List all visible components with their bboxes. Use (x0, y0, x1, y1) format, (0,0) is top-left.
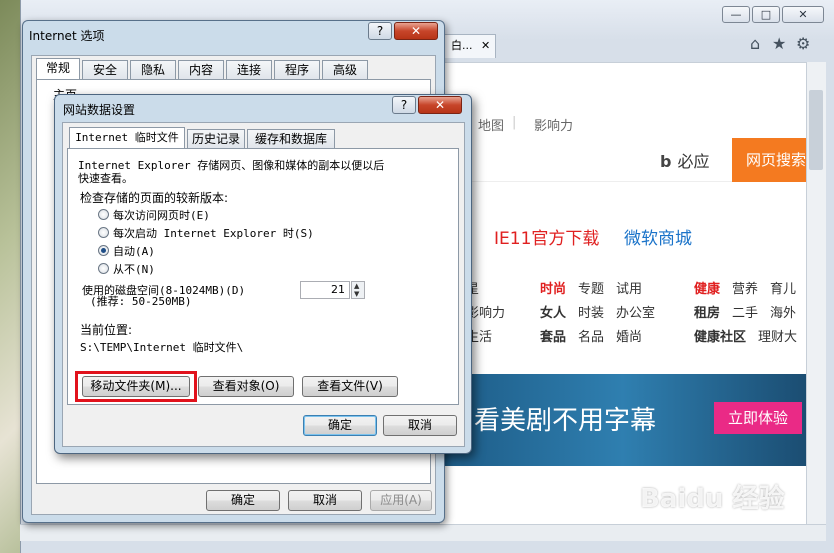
dialog-client-area: Internet 临时文件 历史记录 缓存和数据库 Internet Explo… (62, 122, 465, 447)
tab-privacy[interactable]: 隐私 (130, 60, 176, 80)
apply-button[interactable]: 应用(A) (370, 490, 432, 511)
tab-temporary-internet-files[interactable]: Internet 临时文件 (69, 127, 185, 149)
close-button[interactable]: ✕ (394, 22, 438, 40)
check-versions-label: 检查存储的页面的较新版本: (80, 191, 229, 205)
dialog-title: 网站数据设置 (63, 103, 136, 117)
help-button[interactable]: ? (368, 22, 392, 40)
category-link[interactable]: 理财大 (758, 326, 797, 345)
banner-cta-button[interactable]: 立即体验 (714, 402, 802, 434)
nav-link-influence[interactable]: 影响力 (534, 115, 573, 134)
radio-button-selected[interactable] (98, 245, 109, 256)
nav-separator: | (512, 115, 517, 130)
category-link[interactable]: 专题 (578, 278, 604, 297)
radio-never[interactable]: 从不(N) (98, 261, 155, 277)
bing-logo-icon: b (660, 152, 672, 171)
disk-space-input[interactable]: 21 (300, 281, 350, 299)
tab-connections[interactable]: 连接 (226, 60, 272, 80)
category-link[interactable]: 育儿 (770, 278, 796, 297)
website-data-settings-dialog: 网站数据设置 ? ✕ Internet 临时文件 历史记录 缓存和数据库 Int… (54, 94, 472, 454)
annotation-highlight-box (75, 371, 197, 402)
radio-label: 从不(N) (113, 263, 155, 276)
category-link[interactable]: 时装 (578, 302, 604, 321)
browser-tab[interactable]: 白... ✕ (440, 34, 496, 58)
baidu-watermark: Baidu 经验 (640, 484, 785, 514)
spin-down-icon[interactable]: ▼ (354, 290, 359, 298)
radio-label: 自动(A) (113, 245, 155, 258)
horizontal-scrollbar[interactable] (20, 524, 826, 541)
current-location-label: 当前位置: (80, 323, 133, 337)
disk-space-recommendation: (推荐: 50-250MB) (90, 295, 192, 308)
current-location-path: S:\TEMP\Internet 临时文件\ (80, 341, 244, 354)
tab-advanced[interactable]: 高级 (322, 60, 368, 80)
disk-space-spinner[interactable]: ▲ ▼ (351, 281, 365, 299)
tab-content[interactable]: 内容 (178, 60, 224, 80)
close-button[interactable]: ✕ (782, 6, 824, 23)
banner-text: 看美剧不用字幕 (474, 406, 657, 436)
tab-close-icon[interactable]: ✕ (481, 35, 490, 57)
category-link[interactable]: 办公室 (616, 302, 655, 321)
spin-up-icon[interactable]: ▲ (354, 282, 359, 290)
scrollbar-thumb[interactable] (809, 90, 823, 170)
temp-files-tab-panel: Internet Explorer 存储网页、图像和媒体的副本以便以后 快速查看… (67, 148, 459, 405)
favorites-star-icon[interactable]: ★ (772, 34, 786, 53)
radio-every-start[interactable]: 每次启动 Internet Explorer 时(S) (98, 225, 314, 241)
category-link[interactable]: 二手 (732, 302, 758, 321)
bing-logo-text: 必应 (677, 152, 710, 171)
browser-tab-label: 白... (451, 39, 473, 52)
category-link[interactable]: 女人 (540, 302, 566, 321)
category-link[interactable]: 时尚 (540, 278, 566, 297)
radio-label: 每次启动 Internet Explorer 时(S) (113, 227, 314, 240)
category-link[interactable]: 健康社区 (694, 326, 746, 345)
ok-button[interactable]: 确定 (206, 490, 280, 511)
cancel-button[interactable]: 取消 (288, 490, 362, 511)
ok-button[interactable]: 确定 (303, 415, 377, 436)
cancel-button[interactable]: 取消 (383, 415, 457, 436)
help-button[interactable]: ? (392, 96, 416, 114)
promo-link-ie11[interactable]: IE11官方下载 (494, 224, 599, 249)
home-icon[interactable]: ⌂ (750, 34, 760, 53)
tab-general[interactable]: 常规 (36, 58, 80, 80)
radio-label: 每次访问网页时(E) (113, 209, 210, 222)
radio-automatic[interactable]: 自动(A) (98, 243, 155, 259)
dialog-title: Internet 选项 (29, 29, 105, 43)
radio-button[interactable] (98, 263, 109, 274)
tab-caches-databases[interactable]: 缓存和数据库 (247, 129, 335, 149)
category-link[interactable]: 试用 (616, 278, 642, 297)
tab-history[interactable]: 历史记录 (187, 129, 245, 149)
close-button[interactable]: ✕ (418, 96, 462, 114)
category-link[interactable]: 名品 (578, 326, 604, 345)
radio-button[interactable] (98, 227, 109, 238)
category-link[interactable]: 营养 (732, 278, 758, 297)
category-link[interactable]: 健康 (694, 278, 720, 297)
promo-link-store[interactable]: 微软商城 (624, 224, 692, 249)
web-search-button[interactable]: 网页搜索 (732, 138, 806, 182)
view-files-button[interactable]: 查看文件(V) (302, 376, 398, 397)
minimize-button[interactable]: — (722, 6, 750, 23)
category-link[interactable]: 海外 (770, 302, 796, 321)
nav-link-map[interactable]: 地图 (478, 115, 504, 134)
category-link[interactable]: 套品 (540, 326, 566, 345)
tab-programs[interactable]: 程序 (274, 60, 320, 80)
radio-every-visit[interactable]: 每次访问网页时(E) (98, 207, 210, 223)
tab-security[interactable]: 安全 (82, 60, 128, 80)
settings-gear-icon[interactable]: ⚙ (796, 34, 810, 53)
category-link[interactable]: 租房 (694, 302, 720, 321)
maximize-button[interactable]: □ (752, 6, 780, 23)
bing-logo: b 必应 (660, 148, 709, 172)
view-objects-button[interactable]: 查看对象(O) (198, 376, 294, 397)
radio-button[interactable] (98, 209, 109, 220)
category-link[interactable]: 婚尚 (616, 326, 642, 345)
description-line-2: 快速查看。 (78, 172, 133, 185)
